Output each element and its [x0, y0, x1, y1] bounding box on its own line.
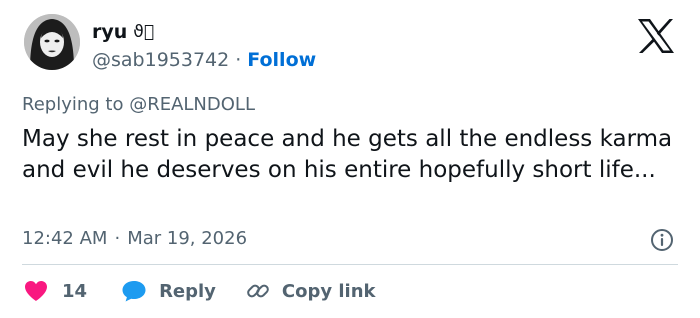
x-logo-icon[interactable] — [636, 18, 676, 54]
divider — [22, 264, 678, 265]
handle-row: @sab1953742 · Follow — [92, 48, 316, 72]
reply-bubble-icon — [122, 281, 146, 302]
author-name-row[interactable]: ryu ϑ⃞ — [92, 20, 154, 44]
reply-label: Reply — [159, 280, 216, 302]
action-bar: 14 Reply Copy link — [24, 278, 376, 304]
tweet-date[interactable]: Mar 19, 2026 — [127, 228, 247, 250]
display-name[interactable]: ryu — [92, 20, 127, 44]
avatar-image — [24, 14, 80, 70]
tweet-meta[interactable]: 12:42 AM · Mar 19, 2026 — [22, 228, 247, 250]
like-button[interactable]: 14 — [24, 280, 87, 302]
copy-link-label: Copy link — [281, 280, 376, 302]
avatar[interactable] — [24, 14, 80, 70]
author-handle[interactable]: @sab1953742 — [92, 48, 229, 72]
reply-button[interactable]: Reply — [121, 279, 216, 303]
heart-icon — [25, 281, 47, 301]
meta-separator: · — [114, 228, 121, 249]
like-count: 14 — [62, 280, 88, 302]
replying-to[interactable]: Replying to @REALNDOLL — [22, 94, 255, 116]
tweet-time[interactable]: 12:42 AM — [22, 228, 107, 250]
info-icon[interactable] — [650, 228, 674, 252]
link-icon — [247, 284, 269, 298]
name-emoji: ϑ⃞ — [133, 22, 155, 42]
copy-link-button[interactable]: Copy link — [246, 279, 376, 303]
tweet-text: May she rest in peace and he gets all th… — [22, 126, 673, 183]
follow-button[interactable]: Follow — [247, 48, 316, 72]
handle-separator: · — [235, 49, 242, 71]
